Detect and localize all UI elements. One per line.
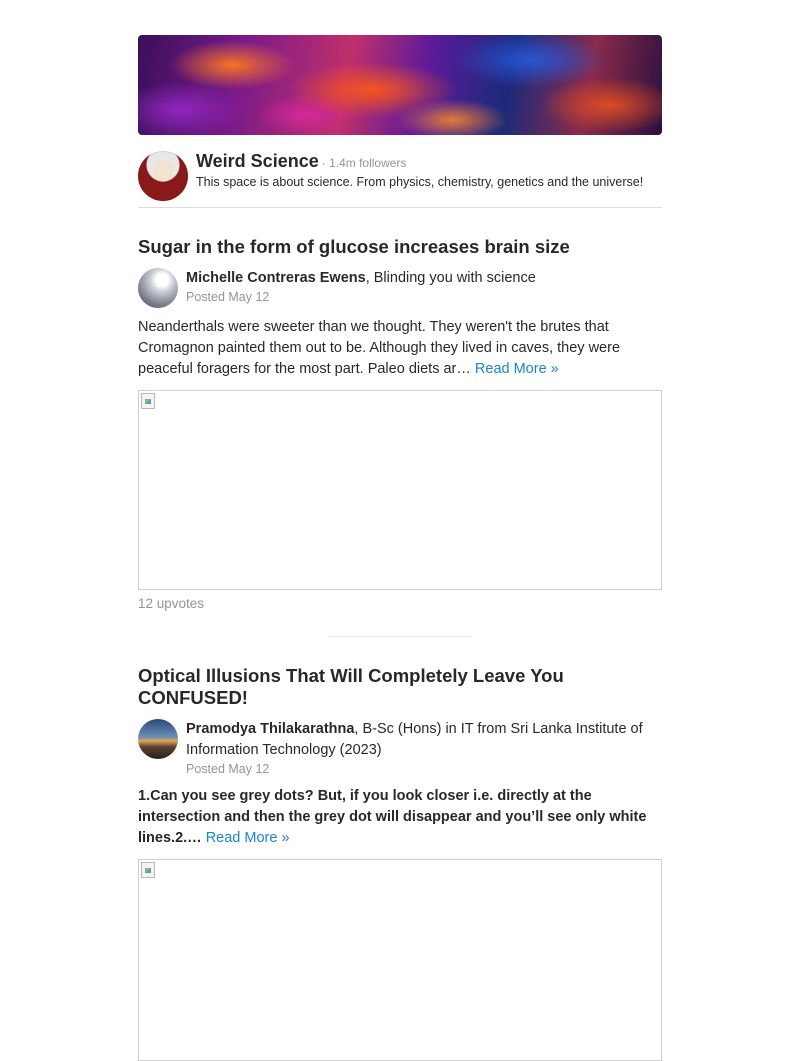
author-line: Michelle Contreras Ewens, Blinding you w… — [186, 268, 662, 289]
author-credential: , Blinding you with science — [365, 270, 536, 286]
page: Weird Science · 1.4m followers This spac… — [0, 0, 800, 1061]
post-title[interactable]: Optical Illusions That Will Completely L… — [138, 665, 662, 709]
post-excerpt: Neanderthals were sweeter than we though… — [138, 317, 662, 380]
upvote-count: 12 upvotes — [138, 596, 205, 611]
space-name[interactable]: Weird Science — [196, 151, 319, 172]
broken-image-icon — [141, 862, 155, 878]
author-info: Michelle Contreras Ewens, Blinding you w… — [186, 268, 662, 308]
space-feed: Weird Science · 1.4m followers This spac… — [138, 35, 662, 1061]
read-more-link[interactable]: Read More » — [206, 830, 290, 846]
author-line: Pramodya Thilakarathna, B-Sc (Hons) in I… — [186, 719, 662, 761]
author-avatar[interactable] — [138, 268, 178, 308]
space-followers: · 1.4m followers — [321, 156, 407, 170]
space-avatar[interactable] — [138, 151, 188, 201]
read-more-link[interactable]: Read More » — [475, 361, 559, 377]
post-author: Pramodya Thilakarathna, B-Sc (Hons) in I… — [138, 719, 662, 777]
space-description: This space is about science. From physic… — [196, 175, 644, 189]
author-info: Pramodya Thilakarathna, B-Sc (Hons) in I… — [186, 719, 662, 777]
post-image[interactable] — [138, 390, 662, 590]
post-date: Posted May 12 — [186, 762, 270, 776]
post-excerpt: 1.Can you see grey dots? But, if you loo… — [138, 786, 662, 849]
broken-image-icon — [141, 393, 155, 409]
post-title[interactable]: Sugar in the form of glucose increases b… — [138, 236, 662, 258]
author-name[interactable]: Pramodya Thilakarathna — [186, 721, 354, 737]
post-card: Sugar in the form of glucose increases b… — [138, 208, 662, 637]
space-title-row: Weird Science · 1.4m followers — [196, 151, 662, 172]
space-info: Weird Science · 1.4m followers This spac… — [196, 151, 662, 201]
space-header: Weird Science · 1.4m followers This spac… — [138, 135, 662, 208]
post-date: Posted May 12 — [186, 290, 270, 304]
post-image[interactable] — [138, 859, 662, 1061]
author-avatar[interactable] — [138, 719, 178, 759]
post-card: Optical Illusions That Will Completely L… — [138, 637, 662, 1061]
space-cover-image — [138, 35, 662, 135]
author-name[interactable]: Michelle Contreras Ewens — [186, 270, 366, 286]
post-author: Michelle Contreras Ewens, Blinding you w… — [138, 268, 662, 308]
